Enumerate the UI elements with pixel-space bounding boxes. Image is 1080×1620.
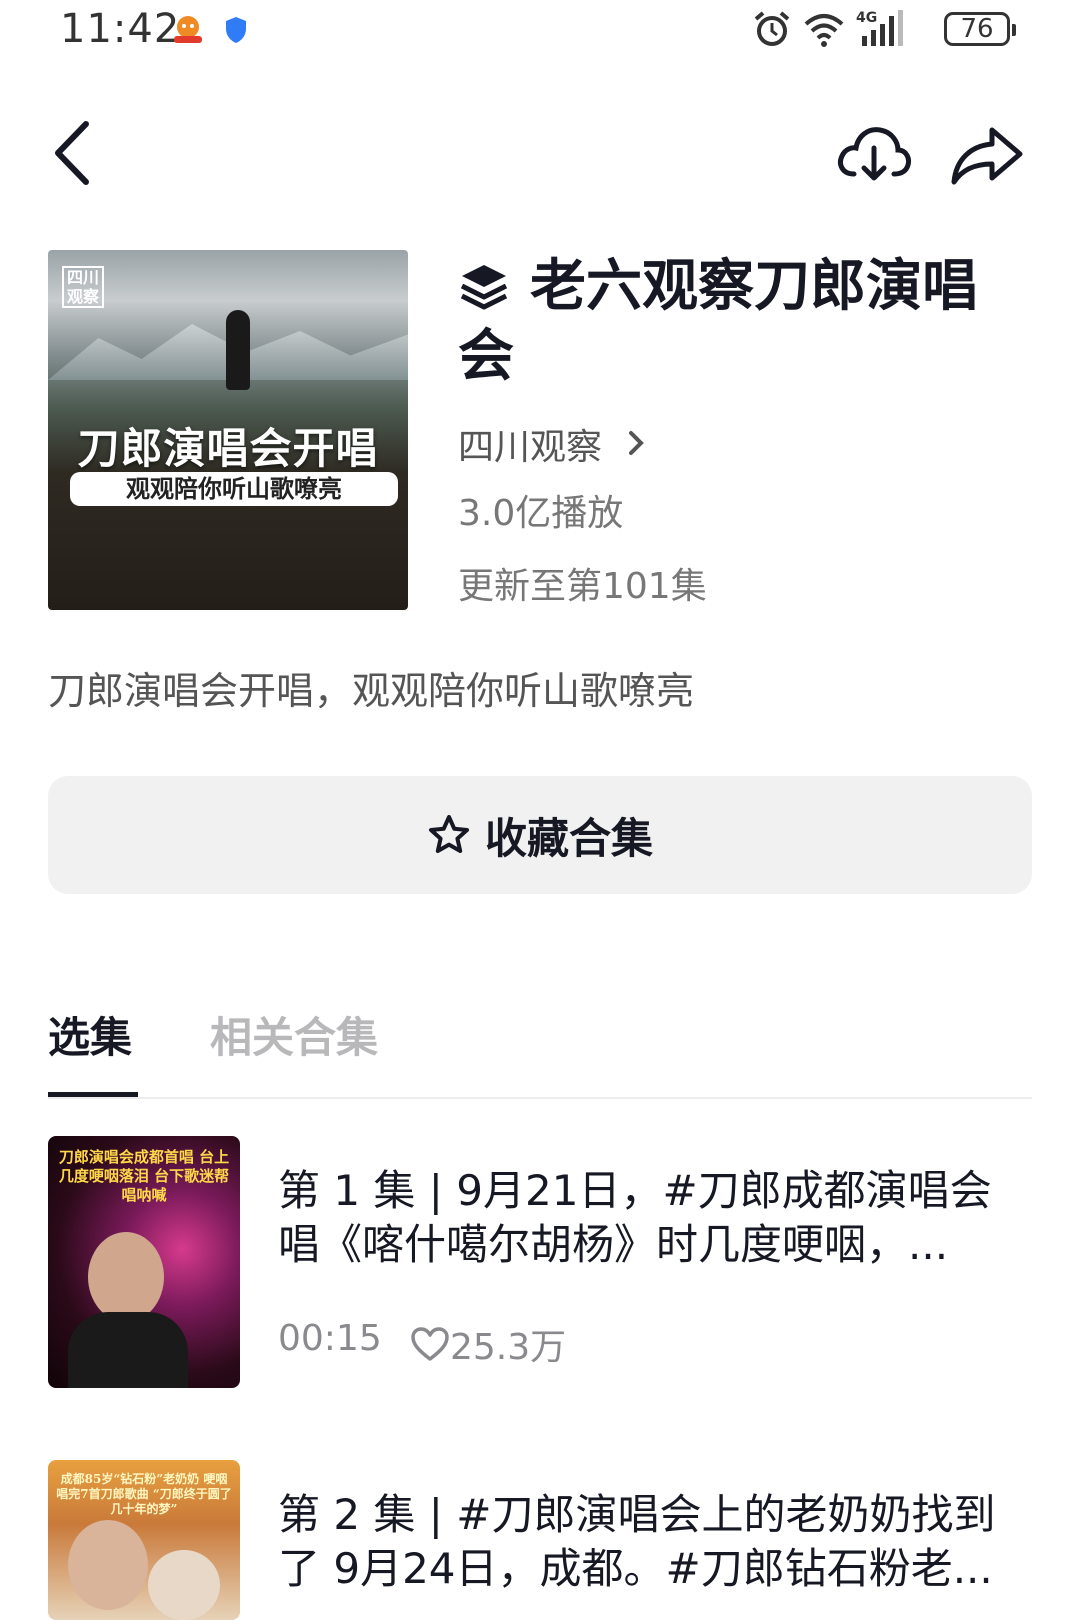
cover-badge: 四川观察	[62, 266, 104, 308]
layers-icon	[458, 258, 510, 310]
episode-1-thumb-text: 刀郎演唱会成都首唱 台上几度哽咽落泪 台下歌迷帮唱呐喊	[58, 1148, 230, 1204]
collection-description: 刀郎演唱会开唱，观观陪你听山歌嘹亮	[48, 669, 695, 713]
episode-1-like-count: 25.3万	[450, 1327, 567, 1368]
wifi-icon	[802, 10, 846, 48]
cover-title: 刀郎演唱会开唱	[77, 424, 379, 473]
svg-text:4G: 4G	[856, 10, 877, 26]
episode-2-thumb-text: 成都85岁“钻石粉”老奶奶 哽咽唱完7首刀郎歌曲 “刀郎终于圆了几十年的梦”	[56, 1472, 232, 1516]
play-count: 3.0亿播放	[458, 493, 624, 534]
episode-1-thumbnail[interactable]: 刀郎演唱会成都首唱 台上几度哽咽落泪 台下歌迷帮唱呐喊	[48, 1136, 240, 1388]
status-time: 11:42	[60, 6, 181, 52]
episode-2-thumb-person-2	[148, 1550, 220, 1620]
tab-divider	[48, 1097, 1032, 1099]
back-arrow-icon	[55, 121, 89, 185]
share-icon	[951, 127, 1023, 185]
collection-cover[interactable]: 四川观察 刀郎演唱会开唱 观观陪你听山歌嘹亮	[48, 250, 408, 610]
collection-title-text: 老六观察刀郎演唱会	[458, 254, 978, 389]
episode-1-likes: 25.3万	[410, 1318, 566, 1370]
author-link[interactable]: 四川观察	[458, 418, 645, 470]
shield-icon	[224, 16, 248, 44]
back-button[interactable]	[48, 118, 100, 188]
battery-indicator: 76	[944, 12, 1016, 46]
episode-1-duration: 00:15	[278, 1318, 382, 1359]
episode-2-thumbnail[interactable]: 成都85岁“钻石粉”老奶奶 哽咽唱完7首刀郎歌曲 “刀郎终于圆了几十年的梦”	[48, 1460, 240, 1620]
cellular-signal-icon: 4G	[856, 8, 904, 48]
episode-1-thumb-body	[68, 1312, 188, 1388]
heart-icon	[411, 1327, 449, 1361]
favorite-collection-button[interactable]: 收藏合集	[48, 776, 1032, 894]
download-button[interactable]	[836, 122, 912, 184]
favorite-label: 收藏合集	[484, 813, 653, 863]
collection-title: 老六观察刀郎演唱会	[458, 252, 1018, 392]
cover-person-figure	[226, 310, 250, 390]
alarm-icon	[752, 10, 792, 48]
tab-episodes[interactable]: 选集	[48, 1004, 132, 1065]
episode-2-title[interactable]: 第 2 集 | #刀郎演唱会上的老奶奶找到了 9月24日，成都。#刀郎钻石粉老.…	[278, 1488, 1018, 1596]
app-notification-icon	[172, 14, 204, 44]
update-status: 更新至第101集	[458, 566, 707, 607]
episode-1-thumb-person	[88, 1232, 164, 1322]
cover-subtitle: 观观陪你听山歌嘹亮	[70, 472, 398, 506]
tab-related-collections[interactable]: 相关合集	[210, 1004, 378, 1065]
author-name: 四川观察	[458, 427, 603, 468]
cloud-download-icon	[838, 127, 911, 181]
star-icon	[428, 815, 469, 853]
share-button[interactable]	[950, 124, 1024, 186]
chevron-right-icon	[627, 425, 645, 466]
episode-1-title[interactable]: 第 1 集 | 9月21日，#刀郎成都演唱会 唱《喀什噶尔胡杨》时几度哽咽，..…	[278, 1164, 1018, 1272]
episode-2-thumb-person	[68, 1520, 148, 1610]
